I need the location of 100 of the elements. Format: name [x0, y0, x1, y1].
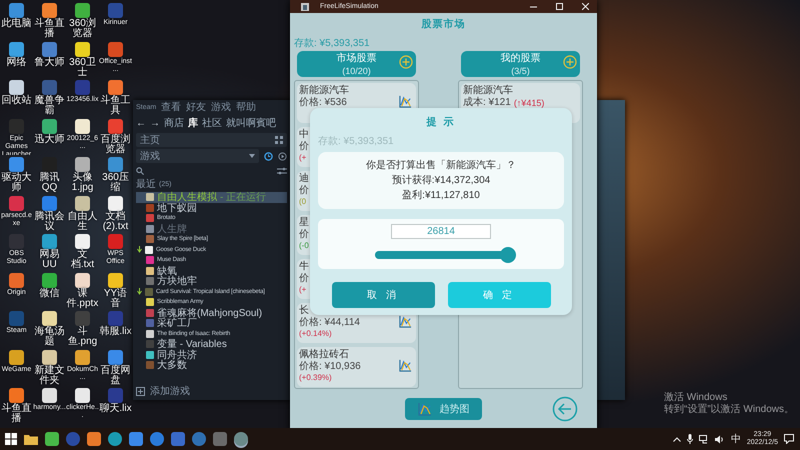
desktop-shortcut[interactable]: 课件.pptx: [66, 270, 99, 309]
desktop-shortcut[interactable]: 腾讯QQ: [33, 155, 66, 194]
filter-icon[interactable]: [277, 167, 287, 175]
desktop-shortcut[interactable]: 聊天.lix: [99, 386, 132, 424]
desktop-shortcut[interactable]: 微信: [33, 270, 66, 309]
plus-icon: [136, 386, 145, 396]
home-button[interactable]: 主页: [136, 133, 287, 147]
desktop-shortcut[interactable]: 鲁大师: [33, 40, 66, 78]
desktop-shortcut[interactable]: 斗鱼直播: [0, 386, 33, 424]
app-icon[interactable]: [213, 432, 227, 446]
app-icon[interactable]: [45, 432, 59, 446]
dialog-title: 提 示: [425, 116, 456, 130]
desktop-shortcut[interactable]: 自由人生: [66, 194, 99, 232]
input-method-indicator[interactable]: 中: [730, 432, 741, 446]
desktop-shortcut[interactable]: 韩服.lix: [99, 309, 132, 348]
close-icon[interactable]: [582, 3, 589, 10]
gain-text: (↑¥415): [514, 97, 544, 109]
desktop-shortcut[interactable]: 海龟汤题: [33, 309, 66, 348]
stock-price: 价: [299, 229, 309, 241]
maximize-icon[interactable]: [556, 3, 563, 10]
menu-item[interactable]: 帮助: [236, 102, 256, 113]
app-icon[interactable]: [108, 432, 122, 446]
desktop-shortcut[interactable]: 网络: [0, 40, 33, 78]
desktop-shortcut[interactable]: 回收站: [0, 78, 33, 116]
app-icon[interactable]: [150, 432, 164, 446]
menu-item[interactable]: 查看: [161, 102, 182, 113]
section-title: 市场股票: [336, 52, 376, 66]
chevron-up-icon[interactable]: [672, 436, 681, 442]
desktop-shortcut[interactable]: 百度浏览器: [99, 116, 132, 155]
forward-button[interactable]: →: [150, 118, 160, 128]
grid-icon: [275, 136, 283, 144]
desktop-shortcut[interactable]: 腾讯会议: [33, 194, 66, 232]
page-title: 股票市场: [420, 17, 466, 32]
collection-dropdown[interactable]: 游戏: [136, 149, 259, 163]
desktop-shortcut[interactable]: 百度网盘: [99, 348, 132, 386]
message-text: 盈利:¥11,127,810: [402, 188, 480, 203]
desktop-shortcut[interactable]: 文档.txt: [66, 232, 99, 270]
menu-item[interactable]: 游戏: [211, 102, 232, 113]
game-list-item[interactable]: 同舟共济: [136, 350, 287, 360]
game-list-item[interactable]: 变量 - Variables: [136, 339, 287, 350]
desktop-shortcut[interactable]: 360浏览器: [66, 1, 99, 40]
nav-tab[interactable]: 库: [188, 116, 198, 130]
line-chart-icon[interactable]: [399, 315, 412, 328]
play-icon[interactable]: [278, 152, 287, 160]
add-game-button[interactable]: 添加游戏: [136, 384, 287, 398]
back-button[interactable]: ←: [136, 118, 146, 128]
menu-item[interactable]: 好友: [186, 102, 206, 113]
desktop-shortcut[interactable]: 此电脑: [0, 1, 33, 40]
desktop-shortcut[interactable]: 迅大师: [33, 116, 66, 155]
desktop-shortcut[interactable]: 文档(2).txt: [99, 194, 132, 232]
clock-icon[interactable]: [264, 152, 273, 160]
nav-tab[interactable]: 社区: [202, 116, 222, 130]
stock-card[interactable]: 佩格拉砖石 价格: ¥10,936 (+0.39%): [297, 347, 416, 387]
app-icon[interactable]: [87, 432, 101, 446]
balance-text: 存款: ¥5,393,351: [294, 37, 371, 51]
notification-icon[interactable]: [784, 434, 794, 444]
search-icon[interactable]: [136, 167, 144, 175]
desktop-shortcut[interactable]: 斗鱼工具: [99, 78, 132, 116]
app-icon[interactable]: [192, 432, 206, 446]
network-icon[interactable]: [698, 434, 709, 444]
slider-thumb[interactable]: [500, 247, 516, 263]
section-label[interactable]: 最近: [136, 179, 156, 190]
game-list-item[interactable]: 自由人生模拟 - 正在运行: [136, 192, 287, 202]
app-icon[interactable]: [129, 432, 143, 446]
app-icon: [301, 2, 309, 10]
microphone-icon[interactable]: [686, 434, 693, 444]
desktop-shortcut[interactable]: 网易UU: [33, 232, 66, 270]
folder-icon[interactable]: [24, 433, 38, 445]
desktop-shortcut[interactable]: 驱动大师: [0, 155, 33, 194]
volume-icon[interactable]: [714, 434, 725, 444]
desktop-shortcut[interactable]: 360卫士: [66, 40, 99, 78]
desktop-shortcut[interactable]: 魔兽争霸: [33, 78, 66, 116]
desktop-shortcut[interactable]: 新建文件夹: [33, 348, 66, 386]
desktop-shortcut[interactable]: YY语音: [99, 270, 132, 309]
line-chart-icon[interactable]: [399, 359, 412, 372]
stock-name: 新能源汽车: [463, 85, 513, 96]
stock-price: 价格: ¥536: [299, 97, 347, 109]
game-list-item[interactable]: 地下蚁园: [136, 202, 287, 213]
desktop-shortcut[interactable]: 斗鱼.png: [66, 309, 99, 348]
cost-text: 成本: ¥121: [463, 97, 511, 109]
desktop-shortcut[interactable]: 360压缩: [99, 155, 132, 194]
line-chart-icon[interactable]: [399, 95, 412, 108]
game-list-item[interactable]: 采矿工厂: [136, 318, 287, 328]
windows-start-icon[interactable]: [5, 433, 17, 445]
price-change: (0: [299, 197, 306, 207]
app-icon[interactable]: [171, 432, 185, 446]
download-icon: [137, 246, 142, 254]
game-list-item[interactable]: 缺氧: [136, 266, 287, 276]
game-list-item[interactable]: 大多数: [136, 360, 287, 370]
desktop-shortcut[interactable]: 斗鱼直播: [33, 1, 66, 40]
section-count: (10/20): [342, 66, 371, 76]
nav-tab[interactable]: 就叫啊賓吧: [226, 116, 276, 130]
caret-icon: [249, 154, 255, 158]
game-list-item[interactable]: 方块地牢: [136, 276, 287, 286]
stock-price: 价格: ¥44,114: [299, 317, 360, 329]
app-icon[interactable]: [234, 432, 248, 446]
stock-price: 价格: ¥10,936: [299, 361, 361, 373]
game-list-item[interactable]: 雀魂麻将(MahjongSoul): [136, 308, 287, 318]
desktop-shortcut[interactable]: 头像1.jpg: [66, 155, 99, 194]
nav-tab[interactable]: 商店: [164, 116, 184, 130]
